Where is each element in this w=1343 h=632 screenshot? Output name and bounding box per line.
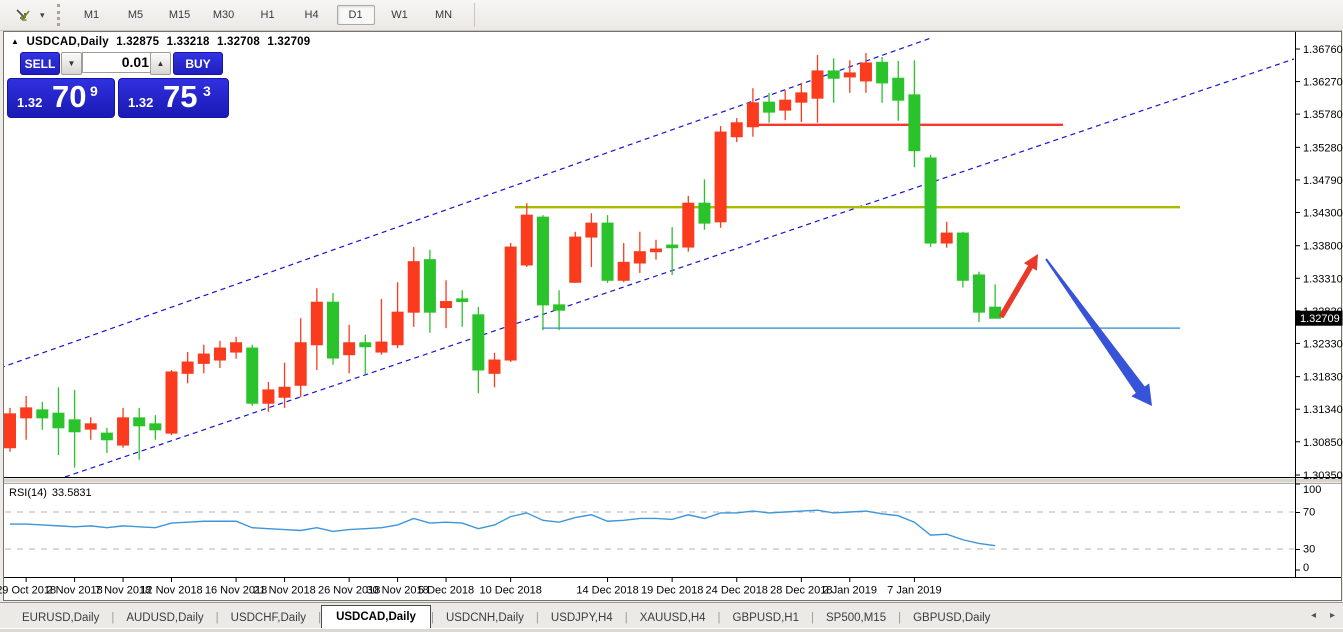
status-strip: [0, 628, 1343, 632]
tab-usdcad-daily[interactable]: USDCAD,Daily: [321, 605, 431, 629]
tab-xauusd-h4[interactable]: XAUUSD,H4: [628, 608, 718, 629]
tf-button-M30[interactable]: M30: [205, 5, 243, 25]
price-tick-label: 1.31340: [1303, 404, 1343, 416]
ohlc-open: 1.32875: [116, 36, 159, 48]
tab-audusd-daily[interactable]: AUDUSD,Daily: [114, 608, 215, 629]
price-tick-label: 1.30850: [1303, 437, 1343, 449]
sell-price-prefix: 1.32: [17, 95, 42, 110]
date-tick-label: 7 Jan 2019: [887, 585, 941, 597]
sell-price-big: 70: [52, 79, 86, 115]
buy-price-big: 75: [163, 79, 197, 115]
ohlc-high: 1.33218: [167, 36, 210, 48]
date-tick-label: 10 Dec 2018: [479, 585, 541, 597]
tf-button-H1[interactable]: H1: [249, 5, 287, 25]
svg-text:1.32709: 1.32709: [1300, 313, 1340, 325]
buy-price-sup: 3: [203, 83, 211, 99]
date-tick-label: 24 Dec 2018: [706, 585, 768, 597]
toolbar-separator: [474, 3, 475, 27]
date-tick-label: 19 Dec 2018: [641, 585, 703, 597]
price-tick-label: 1.30350: [1303, 470, 1343, 482]
rsi-axis-label: 0: [1303, 562, 1309, 574]
price-tick-label: 1.35280: [1303, 142, 1343, 154]
chevron-down-icon[interactable]: ▾: [40, 10, 45, 21]
price-tick-label: 1.33310: [1303, 273, 1343, 285]
current-price-tag: 1.32709: [1296, 311, 1343, 326]
tab-gbpusd-h1[interactable]: GBPUSD,H1: [721, 608, 811, 629]
date-tick-label: 2 Jan 2019: [823, 585, 877, 597]
tf-button-H4[interactable]: H4: [293, 5, 331, 25]
date-tick-label: 12 Nov 2018: [140, 585, 202, 597]
tf-button-MN[interactable]: MN: [425, 5, 463, 25]
price-tick-label: 1.36760: [1303, 44, 1343, 56]
toolbar-grip: [57, 4, 60, 26]
tf-button-D1[interactable]: D1: [337, 5, 375, 25]
date-tick-label: 5 Dec 2018: [418, 585, 474, 597]
price-tick-label: 1.36270: [1303, 77, 1343, 89]
tab-sp500-m15[interactable]: SP500,M15: [814, 608, 898, 629]
lot-decrease-button[interactable]: ▼: [61, 52, 82, 75]
date-tick-label: 21 Nov 2018: [253, 585, 315, 597]
chart-caption: ▲ USDCAD,Daily 1.32875 1.33218 1.32708 1…: [11, 36, 314, 48]
price-tick-label: 1.34790: [1303, 175, 1343, 187]
symbol-title: USDCAD,Daily: [27, 36, 109, 48]
rsi-axis-label: 100: [1303, 484, 1321, 496]
tabs-scroll-right-icon[interactable]: ▸: [1330, 610, 1335, 621]
one-click-trading-panel: SELL ▼ 0.01 ▲ BUY 1.32 70 9 1.32 75 3: [7, 52, 228, 116]
price-tick-label: 1.32330: [1303, 338, 1343, 350]
tab-usdchf-daily[interactable]: USDCHF,Daily: [219, 608, 318, 629]
price-tick-label: 1.33800: [1303, 241, 1343, 253]
toolbar: ▾ M1 M5 M15 M30 H1 H4 D1 W1 MN: [0, 0, 1343, 31]
price-tick-label: 1.34300: [1303, 207, 1343, 219]
date-tick-label: 14 Dec 2018: [576, 585, 638, 597]
tab-gbpusd-daily[interactable]: GBPUSD,Daily: [901, 608, 1002, 629]
ohlc-close: 1.32709: [267, 36, 310, 48]
tf-button-W1[interactable]: W1: [381, 5, 419, 25]
lot-size-input[interactable]: 0.01: [82, 52, 154, 73]
arrange-charts-icon[interactable]: [8, 4, 38, 26]
rsi-value: 33.5831: [52, 487, 92, 499]
tab-usdjpy-h4[interactable]: USDJPY,H4: [539, 608, 625, 629]
buy-button[interactable]: BUY: [173, 52, 223, 75]
sell-price-sup: 9: [90, 83, 98, 99]
tab-usdcnh-daily[interactable]: USDCNH,Daily: [434, 608, 536, 629]
ohlc-low: 1.32708: [217, 36, 260, 48]
chart-tab-bar: EURUSD,Daily|AUDUSD,Daily|USDCHF,Daily|U…: [0, 602, 1343, 629]
tab-eurusd-daily[interactable]: EURUSD,Daily: [10, 608, 111, 629]
collapse-icon: ▲: [11, 37, 19, 46]
rsi-name: RSI(14): [9, 487, 47, 499]
rsi-caption: RSI(14) 33.5831: [9, 487, 97, 499]
buy-price-box[interactable]: 1.32 75 3: [118, 78, 229, 118]
rsi-axis-label: 30: [1303, 544, 1315, 556]
sell-price-box[interactable]: 1.32 70 9: [7, 78, 115, 118]
price-tick-label: 1.35780: [1303, 109, 1343, 121]
tf-button-M15[interactable]: M15: [161, 5, 199, 25]
tf-button-M5[interactable]: M5: [117, 5, 155, 25]
price-tick-label: 1.31830: [1303, 372, 1343, 384]
sell-button[interactable]: SELL: [20, 52, 60, 75]
buy-price-prefix: 1.32: [128, 95, 153, 110]
tabs-scroll-left-icon[interactable]: ◂: [1311, 610, 1316, 621]
lot-increase-button[interactable]: ▲: [150, 52, 171, 75]
tf-button-M1[interactable]: M1: [73, 5, 111, 25]
rsi-axis-label: 70: [1303, 507, 1315, 519]
